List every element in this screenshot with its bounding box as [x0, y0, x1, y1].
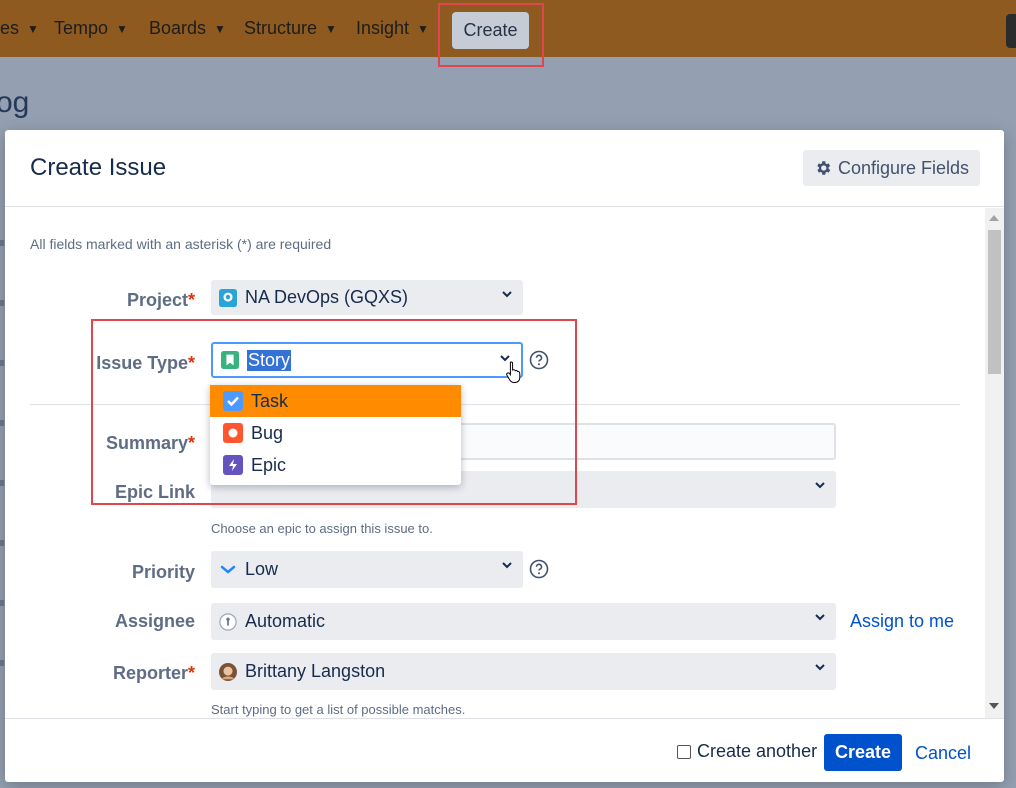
nav-item-label: Structure — [244, 18, 318, 38]
chevron-down-icon — [815, 664, 825, 671]
nav-item-boards[interactable]: Boards ▼ — [149, 0, 226, 57]
nav-item-projects[interactable]: es ▼ — [0, 0, 39, 57]
nav-item-label: Tempo — [54, 18, 109, 38]
scroll-up-arrow[interactable] — [989, 215, 999, 221]
priority-value: Low — [245, 559, 279, 579]
chevron-down-icon: ▼ — [27, 21, 39, 36]
help-icon[interactable] — [529, 559, 549, 579]
project-value: NA DevOps (GQXS) — [245, 287, 409, 307]
reporter-value: Brittany Langston — [245, 661, 386, 681]
nav-item-label: Insight — [356, 18, 410, 38]
automatic-assignee-icon — [219, 612, 237, 631]
chevron-down-icon: ▼ — [325, 21, 337, 36]
priority-select[interactable]: Low — [211, 551, 523, 588]
project-avatar-icon — [219, 288, 237, 307]
gear-icon — [817, 161, 831, 175]
chevron-down-icon: ▼ — [214, 21, 226, 36]
chevron-down-icon: ▼ — [116, 21, 128, 36]
reporter-label: Reporter* — [112, 663, 195, 683]
configure-fields-button[interactable]: Configure Fields — [803, 150, 980, 186]
configure-fields-label: Configure Fields — [837, 157, 970, 178]
nav-item-label: Boards — [149, 18, 207, 38]
chevron-down-icon — [502, 562, 512, 569]
nav-item-tempo[interactable]: Tempo ▼ — [54, 0, 128, 57]
priority-label: Priority — [131, 562, 195, 582]
checkbox-box[interactable] — [677, 744, 691, 759]
reporter-select[interactable]: Brittany Langston — [211, 653, 836, 690]
assignee-value: Automatic — [245, 611, 326, 631]
assignee-label: Assignee — [114, 611, 195, 631]
dialog-header: Create Issue Configure Fields — [5, 130, 1004, 207]
assignee-select[interactable]: Automatic — [211, 603, 836, 640]
dialog-footer: Create another Create Cancel — [5, 718, 1004, 782]
nav-item-label: es — [0, 18, 20, 38]
avatar — [219, 662, 237, 681]
chevron-down-icon — [815, 614, 825, 621]
priority-low-icon — [220, 565, 236, 574]
scroll-thumb[interactable] — [988, 230, 1001, 374]
project-select[interactable]: NA DevOps (GQXS) — [211, 280, 523, 315]
nav-right-control[interactable] — [1006, 14, 1016, 48]
chevron-down-icon: ▼ — [417, 21, 429, 36]
cancel-button[interactable]: Cancel — [915, 743, 971, 764]
highlight-box-issue-type — [91, 319, 577, 505]
reporter-hint: Start typing to get a list of possible m… — [211, 702, 466, 717]
project-label: Project* — [126, 290, 195, 310]
background-list — [0, 240, 4, 720]
create-button[interactable]: Create — [824, 734, 902, 771]
epic-link-hint: Choose an epic to assign this issue to. — [211, 521, 433, 536]
scroll-down-arrow[interactable] — [989, 703, 999, 709]
nav-item-insight[interactable]: Insight ▼ — [356, 0, 429, 57]
page-title-fragment: og — [0, 86, 30, 119]
create-another-label: Create another — [697, 741, 818, 761]
assign-to-me-link[interactable]: Assign to me — [850, 611, 954, 632]
nav-item-structure[interactable]: Structure ▼ — [244, 0, 337, 57]
create-another-checkbox[interactable]: Create another — [677, 741, 817, 762]
chevron-down-icon — [815, 482, 825, 489]
highlight-box-create — [438, 3, 544, 67]
required-fields-note: All fields marked with an asterisk (*) a… — [30, 236, 332, 252]
chevron-down-icon — [502, 291, 512, 298]
dialog-title: Create Issue — [30, 154, 167, 181]
dialog-scrollbar[interactable] — [985, 208, 1004, 718]
